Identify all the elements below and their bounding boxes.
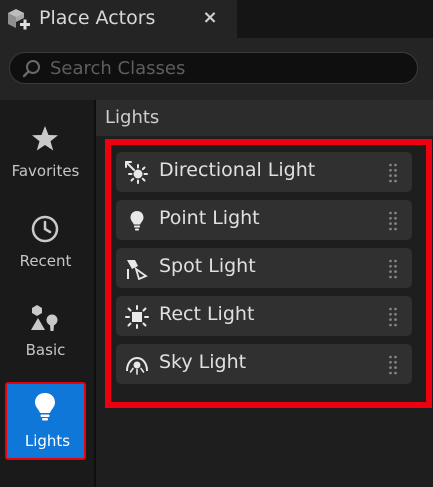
clock-icon [31,215,59,243]
category-sidebar: Favorites Recent Basic Lights [0,100,94,487]
item-label: Sky Light [159,351,247,373]
search-area [0,38,433,100]
section-title: Lights [105,107,160,128]
directional-light-icon [125,161,148,184]
title-bar: Place Actors × [0,0,433,38]
section-header: Lights [96,100,433,136]
close-icon[interactable]: × [201,6,219,30]
drag-handle-icon[interactable] [388,307,398,327]
category-label: Lights [24,432,71,450]
spot-light-icon [127,260,148,281]
search-box[interactable] [9,52,418,84]
drag-handle-icon[interactable] [388,259,398,279]
category-label: Basic [25,341,66,359]
category-lights[interactable]: Lights [5,382,86,460]
point-light-icon [130,211,144,231]
search-icon [22,60,40,78]
item-label: Point Light [159,207,260,229]
drag-handle-icon[interactable] [388,355,398,375]
category-label: Favorites [11,162,80,180]
list-item-rect-light[interactable]: Rect Light [116,296,412,336]
drag-handle-icon[interactable] [388,163,398,183]
item-label: Spot Light [159,255,256,277]
basic-shapes-icon [31,305,58,331]
list-item-spot-light[interactable]: Spot Light [116,248,412,288]
tab-title: Place Actors [39,7,156,29]
category-recent[interactable]: Recent [5,204,86,282]
list-item-directional-light[interactable]: Directional Light [116,152,412,192]
rect-light-icon [125,305,149,329]
category-label: Recent [19,252,72,270]
item-label: Directional Light [159,159,316,181]
category-favorites[interactable]: Favorites [5,114,86,192]
category-basic[interactable]: Basic [5,293,86,371]
place-actors-icon [8,9,30,30]
sky-light-icon [126,356,148,375]
lightbulb-icon [35,393,55,421]
tab-place-actors[interactable]: Place Actors × [0,0,237,38]
search-input[interactable] [50,55,410,81]
item-label: Rect Light [159,303,255,325]
list-item-point-light[interactable]: Point Light [116,200,412,240]
drag-handle-icon[interactable] [388,211,398,231]
list-item-sky-light[interactable]: Sky Light [116,344,412,384]
star-icon [32,126,58,151]
